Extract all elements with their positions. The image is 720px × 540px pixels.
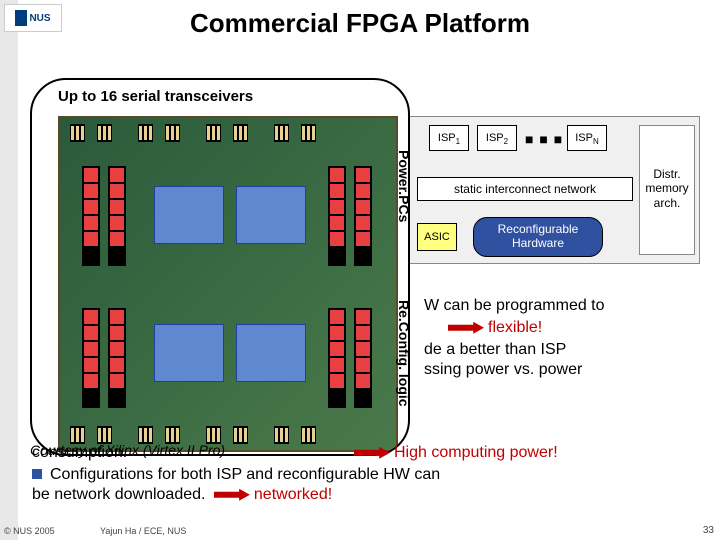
distr-memory-label: Distr. memory arch.	[641, 167, 693, 210]
powerpc-block	[236, 324, 306, 382]
bullet-configs: Configurations for both ISP and reconfig…	[32, 466, 440, 484]
text-flexible: flexible!	[444, 318, 542, 338]
text-downloaded: be network downloaded. networked!	[32, 486, 332, 504]
bullet-icon	[32, 469, 42, 479]
text-line-1: W can be programmed to	[424, 296, 605, 316]
fpga-die-image	[58, 116, 398, 452]
text-line-4: ssing power vs. power	[424, 360, 582, 380]
isp-ellipsis: ■ ■ ■	[525, 131, 563, 147]
footer-copyright: © NUS 2005	[4, 526, 55, 536]
text-line-3: de a better than ISP	[424, 340, 566, 360]
page-title: Commercial FPGA Platform	[0, 8, 720, 39]
callout-title: Up to 16 serial transceivers	[32, 80, 408, 109]
isp-n: ISPN	[567, 125, 607, 151]
isp-2: ISP2	[477, 125, 517, 151]
arrow-icon	[214, 489, 250, 501]
powerpc-block	[154, 186, 224, 244]
label-reconfig-logic: Re.Config. logic	[396, 300, 412, 407]
arch-diagram: ISP1 ISP2 ■ ■ ■ ISPN static interconnect…	[400, 116, 700, 264]
asic-box: ASIC	[417, 223, 457, 251]
text-high-computing: High computing power!	[350, 444, 558, 462]
footer-author: Yajun Ha / ECE, NUS	[100, 526, 186, 536]
page-number: 33	[703, 525, 714, 536]
isp-1: ISP1	[429, 125, 469, 151]
left-bar	[0, 0, 18, 540]
arrow-icon	[354, 447, 390, 459]
arrow-icon	[448, 322, 484, 334]
fpga-callout: Up to 16 serial transceivers	[30, 78, 410, 456]
reconfigurable-hw-box: Reconfigurable Hardware	[473, 217, 603, 257]
interconnect-box: static interconnect network	[417, 177, 633, 201]
text-consumption: consumption.	[32, 444, 127, 462]
powerpc-block	[236, 186, 306, 244]
label-powerpcs: Power.PCs	[396, 150, 412, 222]
powerpc-block	[154, 324, 224, 382]
